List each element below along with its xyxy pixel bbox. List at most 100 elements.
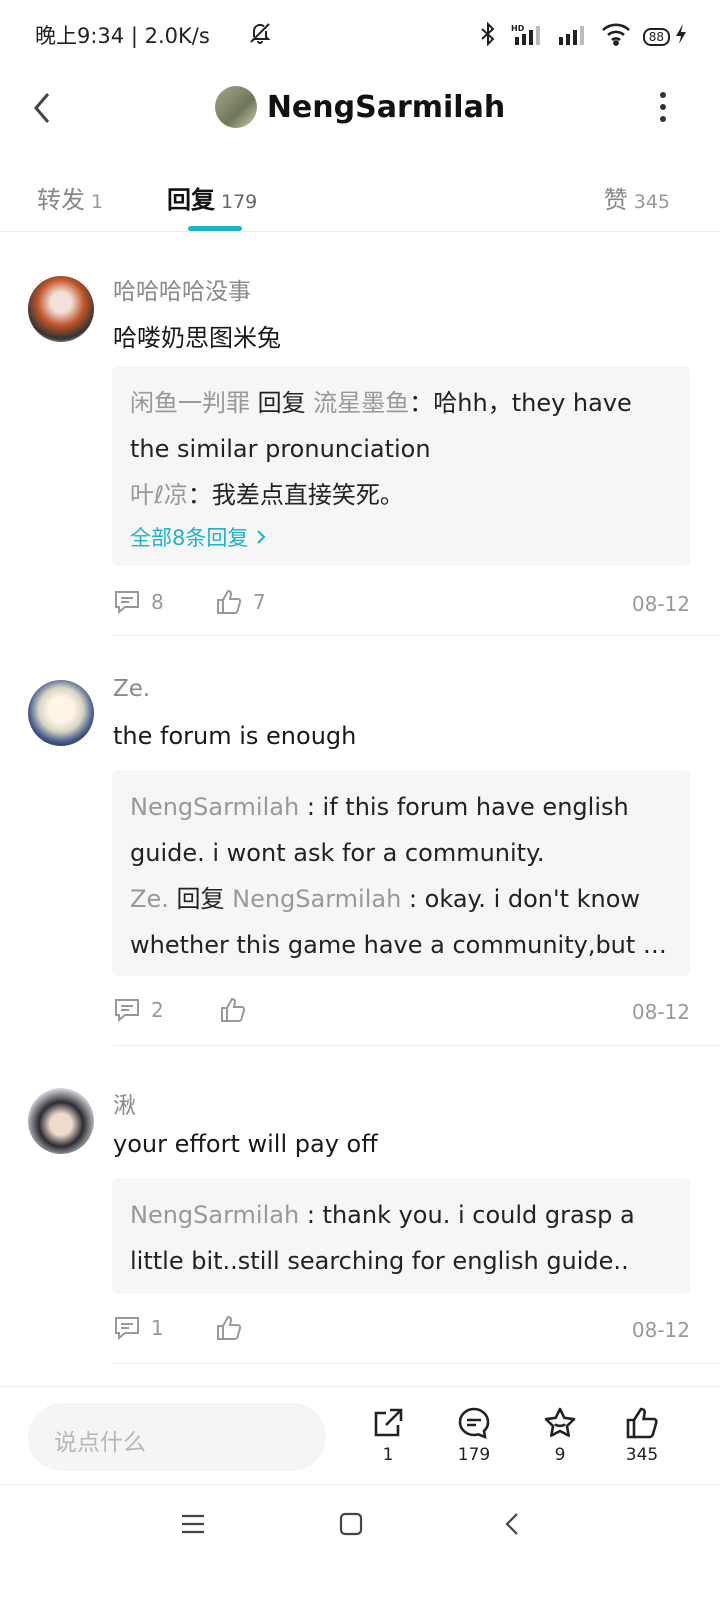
reply-count: 1 [151,1316,164,1340]
reply-user[interactable]: NengSarmilah [130,793,299,821]
status-time: 晚上9:34 | 2.0K/s [35,24,210,48]
reply-line: 叶ℓ凉：我差点直接笑死。 [130,472,672,518]
chevron-left-icon [505,1513,518,1535]
more-options-button[interactable] [658,92,668,122]
like-count: 345 [625,1445,659,1465]
chevron-right-icon [257,530,266,544]
comment-actions: 8 7 08-12 [113,588,690,622]
comment-date: 08-12 [631,592,690,616]
bluetooth-icon [477,21,499,51]
home-square-icon [339,1512,363,1536]
avatar[interactable] [28,680,94,746]
dot-icon [660,92,666,98]
comment-date: 08-12 [631,1000,690,1024]
reply-preview[interactable]: NengSarmilah : if this forum have englis… [112,770,690,976]
dot-icon [660,104,666,110]
tab-bar: 转发 1 回复 179 赞 345 [0,160,720,232]
battery-indicator: 88 [642,27,670,46]
tab-count: 1 [91,191,104,213]
comment-text: your effort will pay off [113,1130,378,1158]
share-button[interactable]: 1 [358,1405,418,1465]
comment-date: 08-12 [631,1318,690,1342]
tab-label: 转发 [37,186,85,214]
comment-input[interactable]: 说点什么 [28,1403,326,1471]
title-group: NengSarmilah [0,86,720,128]
favorite-button[interactable]: 9 [530,1405,590,1465]
author-avatar[interactable] [214,86,257,128]
comment-actions: 1 08-12 [113,1314,690,1348]
reply-user[interactable]: NengSarmilah [130,1201,299,1229]
status-icons: HD 88 [250,21,686,51]
star-icon [544,1407,576,1437]
comment-icon [115,999,139,1023]
comment-icon [115,1317,139,1341]
reply-user[interactable]: Ze. [130,885,169,913]
tab-likes[interactable]: 赞 345 [604,180,670,215]
tab-count: 345 [633,191,670,213]
reply-text: ：我差点直接笑死。 [187,481,404,509]
comment-actions: 2 08-12 [113,996,690,1030]
like-post-button[interactable]: 345 [612,1405,672,1465]
tab-replies[interactable]: 回复 179 [167,180,257,215]
reply-word: 回复 [257,389,306,417]
thumbs-up-icon [221,997,246,1022]
reply-user[interactable]: 叶ℓ凉 [130,481,188,509]
tab-reposts[interactable]: 转发 1 [37,180,103,215]
like-button[interactable]: 7 [215,588,266,616]
favorite-count: 9 [554,1445,566,1465]
reply-line: Ze. 回复 NengSarmilah : okay. i don't know… [130,876,672,968]
avatar[interactable] [28,276,94,342]
comments-button[interactable]: 179 [444,1405,504,1465]
tab-label: 回复 [167,186,215,214]
commenter-name[interactable]: Ze. [113,676,150,702]
comment-text: 哈喽奶思图米兔 [113,324,281,352]
comment-icon [115,591,139,615]
signal-hd-icon: HD [511,23,545,50]
menu-button[interactable] [180,1511,206,1541]
reply-preview[interactable]: 闲鱼一判罪 回复 流星墨鱼：哈hh，they have the similar … [112,366,690,566]
comment-item: Ze. the forum is enough NengSarmilah : i… [0,636,720,1046]
thumbs-up-icon [217,1315,242,1340]
comment-text: the forum is enough [113,722,357,750]
wifi-icon [601,22,631,51]
share-icon [374,1408,403,1437]
reply-line: 闲鱼一判罪 回复 流星墨鱼：哈hh，they have the similar … [130,380,672,472]
view-all-replies-link[interactable]: 全部8条回复 [130,518,672,558]
signal-icon [557,23,589,50]
comment-count: 179 [457,1445,491,1465]
system-back-button[interactable] [500,1511,526,1541]
reply-button[interactable]: 2 [113,996,164,1024]
active-tab-indicator [188,226,242,231]
home-button[interactable] [338,1511,364,1541]
system-nav-bar [0,1484,720,1600]
avatar[interactable] [28,1088,94,1154]
commenter-name[interactable]: 湫 [113,1086,136,1120]
reply-line: NengSarmilah : thank you. i could grasp … [130,1192,672,1284]
reply-button[interactable]: 8 [113,588,164,616]
tab-count: 179 [221,191,258,213]
bell-off-icon [248,21,272,50]
tab-label: 赞 [603,186,628,214]
reply-target[interactable]: 流星墨鱼 [313,389,409,417]
reply-count: 8 [151,590,164,614]
reply-preview[interactable]: NengSarmilah : thank you. i could grasp … [112,1178,690,1294]
like-count: 7 [253,590,266,614]
bottom-action-bar: 说点什么 1 179 9 345 [0,1386,720,1484]
like-button[interactable] [219,996,257,1024]
reply-line: NengSarmilah : if this forum have englis… [130,784,672,876]
svg-text:HD: HD [511,24,525,33]
dot-icon [660,116,666,122]
divider [113,1363,720,1364]
reply-user[interactable]: 闲鱼一判罪 [130,389,250,417]
thumbs-up-icon [217,589,242,614]
status-bar: 晚上9:34 | 2.0K/s HD 88 [0,0,720,70]
share-count: 1 [382,1445,394,1465]
commenter-name[interactable]: 哈哈哈哈没事 [113,272,251,306]
reply-target[interactable]: NengSarmilah [232,885,401,913]
thumbs-up-icon [626,1407,658,1439]
reply-word: 回复 [176,885,225,913]
view-all-replies-label: 全部8条回复 [130,526,249,550]
like-button[interactable] [215,1314,253,1342]
comment-item: 湫 your effort will pay off NengSarmilah … [0,1046,720,1364]
reply-button[interactable]: 1 [113,1314,164,1342]
